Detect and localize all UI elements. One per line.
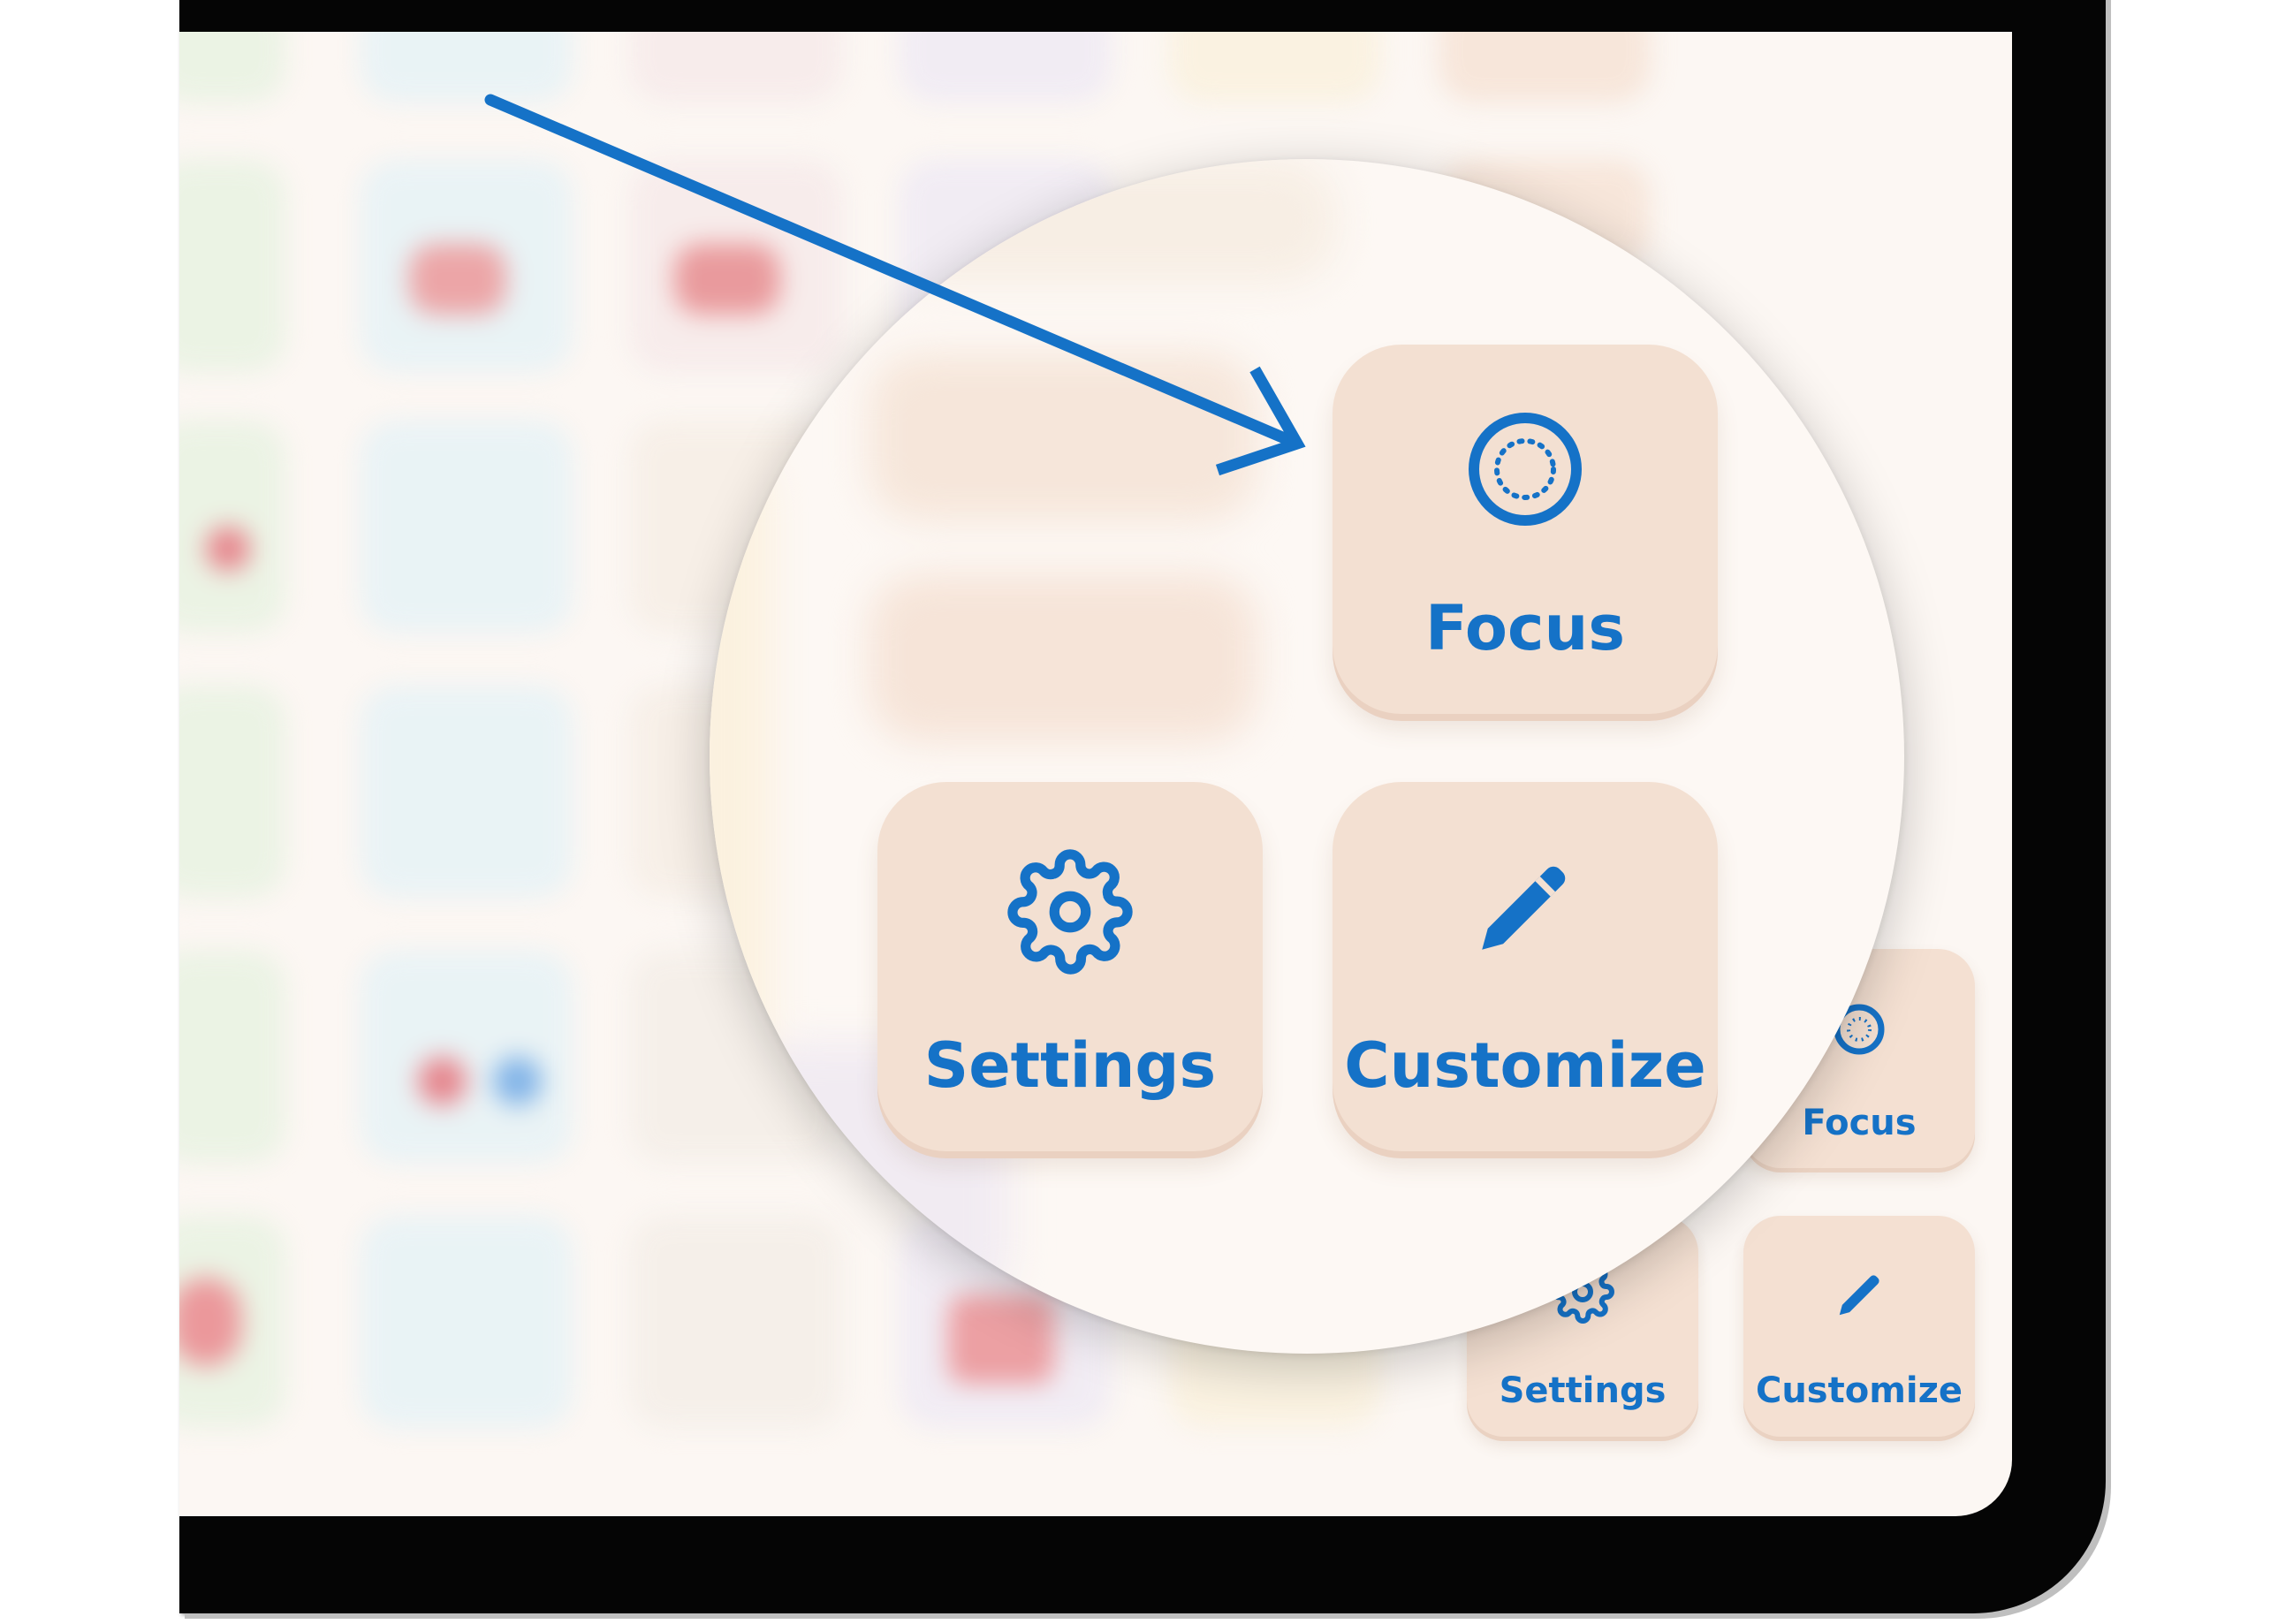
corner-customize-label: Customize: [1755, 1370, 1963, 1411]
settings-button[interactable]: Settings: [877, 782, 1263, 1151]
corner-settings-label: Settings: [1499, 1370, 1667, 1411]
focus-label: Focus: [1424, 592, 1626, 664]
blurred-tile: [869, 574, 1257, 742]
blurred-tile: [361, 686, 573, 898]
blurred-tile: [630, 32, 842, 102]
blurred-tile: [179, 686, 285, 898]
focus-button[interactable]: Focus: [1333, 345, 1718, 714]
focus-circle-icon: [1469, 413, 1582, 526]
blurred-picture-hint: [418, 1057, 467, 1105]
blurred-tile: [877, 159, 1337, 283]
blurred-tile: [361, 1216, 573, 1428]
blurred-picture-hint: [493, 1057, 542, 1105]
blurred-picture-hint: [206, 527, 250, 571]
blurred-picture-hint: [179, 1278, 241, 1366]
blurred-tile: [869, 353, 1257, 521]
blurred-tile: [179, 160, 285, 372]
blurred-tile: [361, 951, 573, 1163]
blurred-tile: [179, 951, 285, 1163]
blurred-tile: [1169, 32, 1381, 102]
customize-button[interactable]: Customize: [1333, 782, 1718, 1151]
blurred-tile: [179, 32, 285, 102]
blurred-tile: [361, 32, 573, 102]
settings-label: Settings: [923, 1029, 1217, 1102]
blurred-tile: [361, 421, 573, 633]
customize-label: Customize: [1344, 1029, 1706, 1102]
pencil-icon: [1482, 866, 1566, 950]
blurred-picture-hint: [409, 244, 506, 315]
blurred-tile: [710, 451, 771, 1122]
magnifier-blurred-background: [710, 159, 1904, 1354]
blurred-tile: [900, 32, 1112, 102]
gear-icon: [1007, 849, 1133, 975]
blurred-tile: [1439, 32, 1651, 102]
magnifier-callout: Focus Settings Customize: [710, 159, 1904, 1354]
